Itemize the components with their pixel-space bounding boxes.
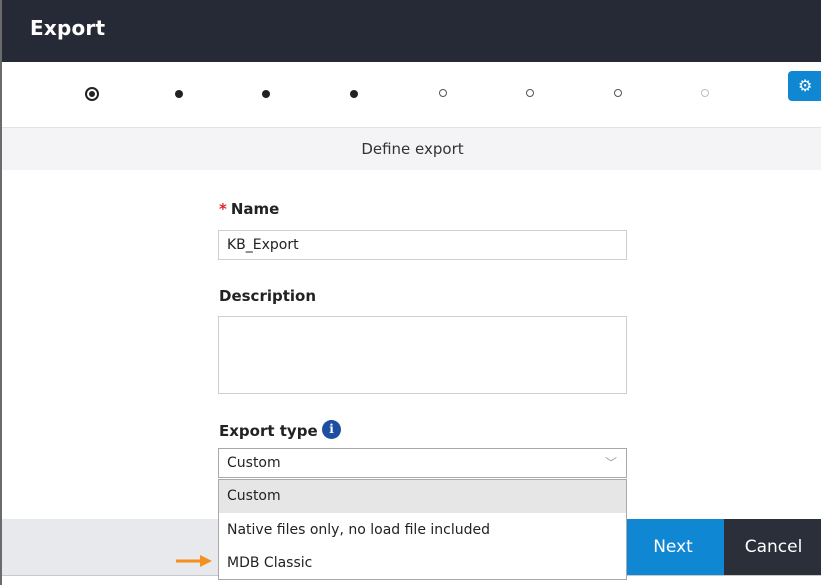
export-dialog: Export ⚙ Define export *Name Description… (0, 0, 821, 586)
step-6[interactable] (521, 84, 541, 104)
description-textarea[interactable] (218, 316, 627, 394)
dropdown-option-mdb-classic[interactable]: MDB Classic (219, 547, 626, 580)
chevron-down-icon: ﹀ (604, 456, 617, 470)
name-input[interactable] (218, 230, 627, 260)
export-type-dropdown: Custom Native files only, no load file i… (218, 479, 627, 580)
step-5[interactable] (434, 84, 454, 104)
export-type-selected-value: Custom (227, 455, 281, 471)
step-header: Define export (2, 128, 821, 170)
cancel-button[interactable]: Cancel (724, 519, 821, 575)
dialog-title: Export (30, 16, 106, 40)
pointer-arrow-icon (176, 555, 212, 567)
step-8 (696, 84, 716, 104)
name-label: * Name (219, 200, 280, 218)
settings-button[interactable]: ⚙ (788, 71, 821, 101)
export-type-select[interactable]: Custom ﹀ (218, 448, 627, 478)
dropdown-option-native-files[interactable]: Native files only, no load file included (219, 514, 626, 547)
export-stepper (2, 62, 821, 128)
description-label: Description (219, 287, 317, 305)
info-icon[interactable]: i (322, 420, 341, 439)
step-title: Define export (361, 140, 464, 158)
step-3[interactable] (256, 84, 276, 104)
step-7[interactable] (609, 84, 629, 104)
step-1[interactable] (82, 84, 102, 104)
step-2[interactable] (169, 84, 189, 104)
gear-icon: ⚙ (798, 76, 813, 95)
dropdown-option-custom[interactable]: Custom (219, 480, 626, 513)
required-marker: * (219, 200, 227, 218)
title-bar: Export (2, 0, 821, 62)
export-type-label: Export type (219, 422, 318, 440)
step-4[interactable] (344, 84, 364, 104)
next-button[interactable]: Next (622, 519, 724, 575)
